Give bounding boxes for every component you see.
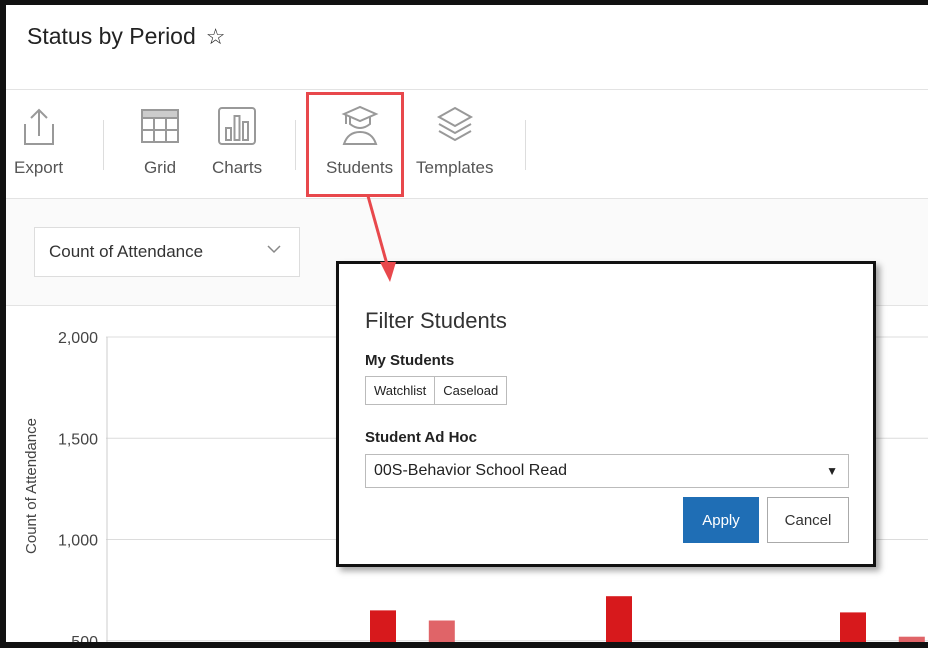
grid-icon xyxy=(141,109,179,143)
export-button[interactable]: Export xyxy=(14,104,63,178)
charts-button[interactable]: Charts xyxy=(212,104,262,178)
toolbar-divider xyxy=(103,120,104,170)
my-students-button-group: Watchlist Caseload xyxy=(365,376,508,405)
export-icon xyxy=(23,108,54,145)
chart-bar[interactable] xyxy=(428,620,455,648)
ad-hoc-label: Student Ad Hoc xyxy=(365,429,477,446)
filter-students-popup: Filter Students My Students Watchlist Ca… xyxy=(336,261,876,567)
measure-select-value: Count of Attendance xyxy=(49,242,204,261)
y-axis-label: Count of Attendance xyxy=(23,418,40,554)
favorite-star-icon[interactable]: ☆ xyxy=(206,24,226,50)
export-label: Export xyxy=(14,158,64,177)
apply-button[interactable]: Apply xyxy=(683,497,759,543)
toolbar: Export Grid Charts Students Templates xyxy=(6,90,928,199)
toolbar-divider xyxy=(295,120,296,170)
title-bar: Status by Period ☆ xyxy=(6,5,928,90)
toolbar-divider xyxy=(525,120,526,170)
students-highlight-box xyxy=(306,92,404,197)
y-tick-label: 1,500 xyxy=(58,431,98,448)
watchlist-button[interactable]: Watchlist xyxy=(365,376,436,405)
templates-icon xyxy=(436,106,473,142)
chart-bar[interactable] xyxy=(840,612,866,648)
templates-button[interactable]: Templates xyxy=(416,104,493,178)
page-title-text: Status by Period xyxy=(27,23,196,49)
caseload-button[interactable]: Caseload xyxy=(435,376,508,405)
app-frame: Status by Period ☆ Export Grid Charts St… xyxy=(0,0,928,648)
chevron-down-icon xyxy=(267,242,281,259)
my-students-label: My Students xyxy=(365,352,455,369)
templates-label: Templates xyxy=(416,158,494,177)
charts-icon xyxy=(218,107,257,145)
y-tick-label: 500 xyxy=(71,634,98,648)
chart-bar[interactable] xyxy=(606,596,632,648)
measure-select[interactable]: Count of Attendance xyxy=(34,227,300,277)
grid-label: Grid xyxy=(143,158,177,177)
caret-down-icon: ▼ xyxy=(826,464,838,478)
cancel-button[interactable]: Cancel xyxy=(767,497,849,543)
page-title: Status by Period ☆ xyxy=(27,23,226,50)
y-tick-label: 1,000 xyxy=(58,533,98,550)
chart-bar[interactable] xyxy=(898,636,925,648)
y-tick-label: 2,000 xyxy=(58,330,98,347)
charts-label: Charts xyxy=(212,158,263,177)
chart-bar[interactable] xyxy=(370,610,396,648)
popup-title: Filter Students xyxy=(365,308,507,333)
ad-hoc-select[interactable]: 00S-Behavior School Read ▼ xyxy=(365,454,849,488)
grid-button[interactable]: Grid xyxy=(140,104,180,178)
ad-hoc-select-value: 00S-Behavior School Read xyxy=(374,462,568,479)
